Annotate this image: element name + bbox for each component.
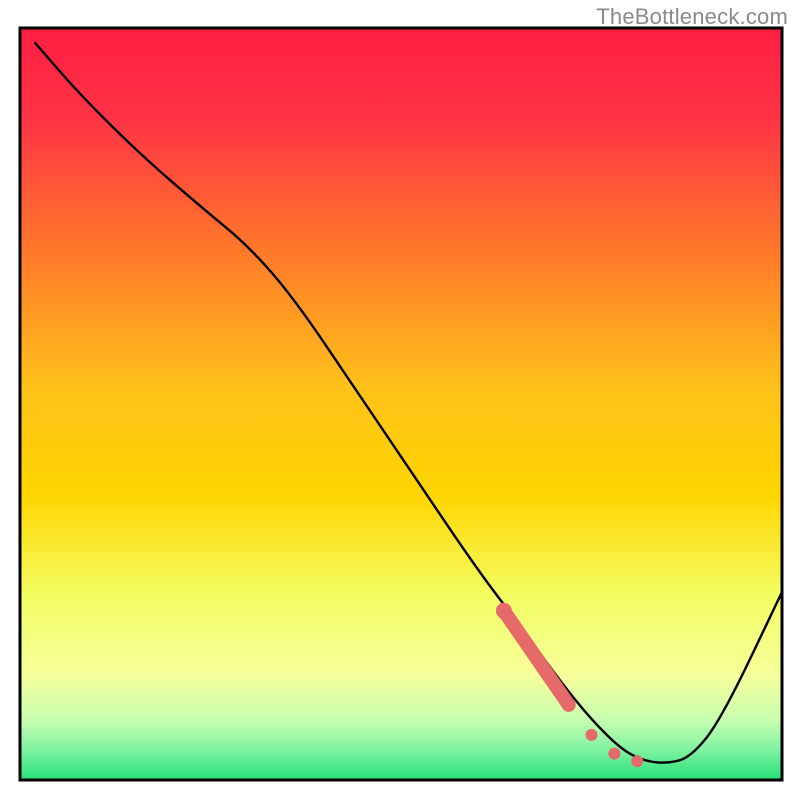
bottleneck-chart: TheBottleneck.com: [0, 0, 800, 800]
chart-background: [20, 28, 782, 780]
highlight-dot: [631, 755, 643, 767]
highlight-dot: [586, 729, 598, 741]
highlight-dot: [496, 603, 512, 619]
highlight-dot: [608, 748, 620, 760]
chart-canvas: [0, 0, 800, 800]
watermark-text: TheBottleneck.com: [596, 4, 788, 30]
highlight-dot: [562, 698, 576, 712]
